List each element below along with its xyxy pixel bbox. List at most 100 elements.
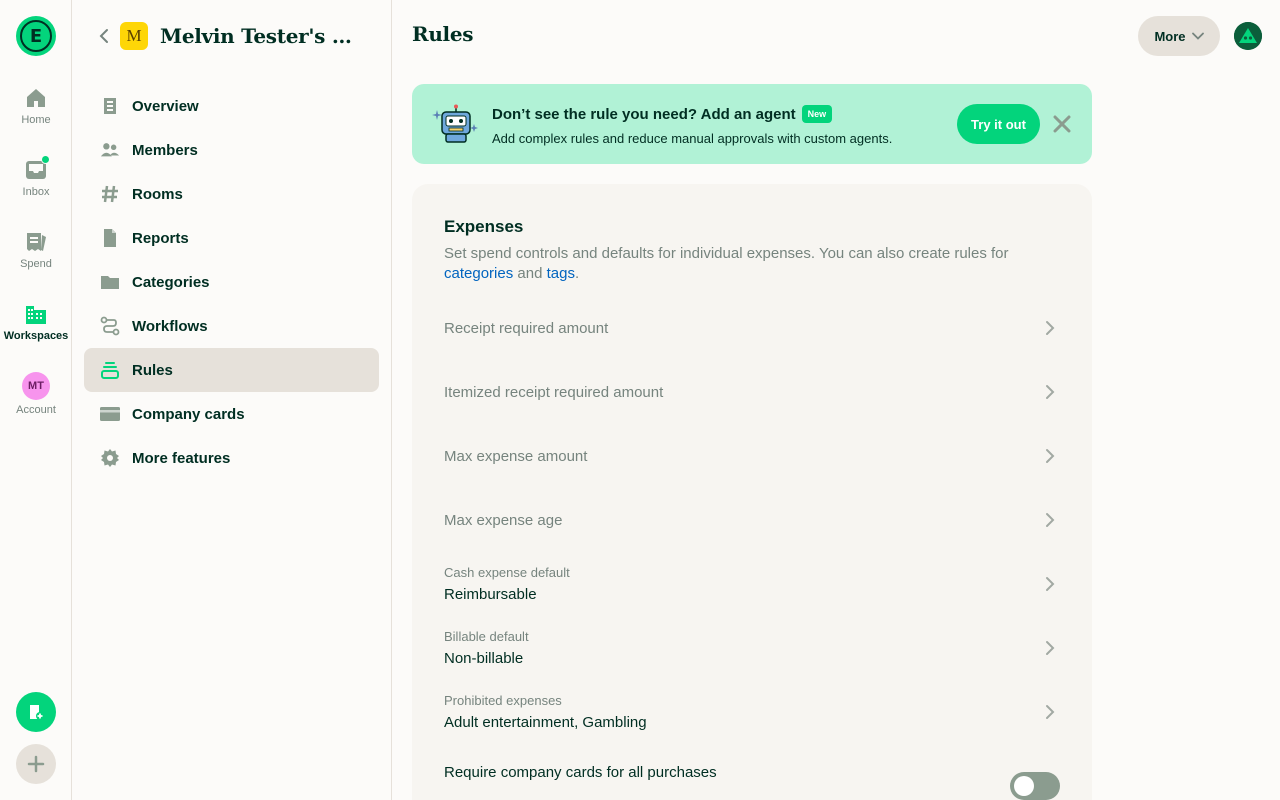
row-prohibited-expenses[interactable]: Prohibited expenses Adult entertainment,… — [444, 684, 1060, 740]
gear-icon — [100, 448, 120, 468]
nav-item-reports[interactable]: Reports — [84, 216, 379, 260]
row-billable-default[interactable]: Billable default Non-billable — [444, 620, 1060, 676]
row-stack: Prohibited expenses Adult entertainment,… — [444, 693, 647, 731]
workspace-name: Melvin Tester's Workspace — [160, 24, 366, 48]
new-badge: New — [801, 105, 833, 123]
hashtag-icon — [100, 184, 120, 204]
banner-subtitle: Add complex rules and reduce manual appr… — [492, 131, 893, 146]
receipt-icon — [24, 230, 48, 254]
row-max-expense-amount[interactable]: Max expense amount — [444, 428, 1060, 484]
chevron-right-icon — [1040, 638, 1060, 658]
row-itemized-receipt-required-amount[interactable]: Itemized receipt required amount — [444, 364, 1060, 420]
avatar-icon — [1234, 22, 1262, 50]
row-label: Receipt required amount — [444, 319, 609, 337]
row-value: Adult entertainment, Gambling — [444, 714, 647, 731]
nav-label: Members — [132, 141, 198, 159]
rules-icon — [100, 360, 120, 380]
inbox-icon — [24, 155, 50, 182]
row-receipt-required-amount[interactable]: Receipt required amount — [444, 300, 1060, 356]
file-icon — [100, 228, 120, 248]
expensify-logo[interactable]: E — [16, 16, 56, 56]
banner-title-text: Don’t see the rule you need? Add an agen… — [492, 105, 796, 123]
nav-label: More features — [132, 449, 231, 467]
rail-item-home[interactable]: Home — [0, 86, 72, 126]
require-company-cards-row: Require company cards for all purchases — [444, 764, 1060, 800]
nav-label: Workflows — [132, 317, 208, 335]
nav-item-more-features[interactable]: More features — [84, 436, 379, 480]
row-label: Itemized receipt required amount — [444, 383, 664, 401]
row-value: Reimbursable — [444, 586, 537, 603]
row-label: Max expense amount — [444, 447, 588, 465]
rail-label-inbox: Inbox — [22, 186, 50, 198]
row-small-label: Cash expense default — [444, 565, 570, 580]
chevron-right-icon — [1040, 318, 1060, 338]
banner-title: Don’t see the rule you need? Add an agen… — [492, 105, 833, 123]
row-small-label: Prohibited expenses — [444, 693, 562, 708]
workflow-icon — [100, 316, 120, 336]
nav-item-rules[interactable]: Rules — [84, 348, 379, 392]
row-stack: Cash expense default Reimbursable — [444, 565, 570, 603]
row-max-expense-age[interactable]: Max expense age — [444, 492, 1060, 548]
add-button[interactable] — [16, 744, 56, 784]
expenses-card: Expenses Set spend controls and defaults… — [412, 184, 1092, 800]
row-cash-expense-default[interactable]: Cash expense default Reimbursable — [444, 556, 1060, 612]
expenses-description: Set spend controls and defaults for indi… — [444, 244, 1044, 284]
rail-label-account: Account — [16, 404, 56, 416]
nav-label: Overview — [132, 97, 199, 115]
nav-item-rooms[interactable]: Rooms — [84, 172, 379, 216]
chevron-right-icon — [1040, 382, 1060, 402]
nav-label: Company cards — [132, 405, 245, 423]
rail-item-inbox[interactable]: Inbox — [0, 155, 72, 198]
user-avatar[interactable] — [1234, 22, 1262, 50]
nav-item-workflows[interactable]: Workflows — [84, 304, 379, 348]
nav-label: Rules — [132, 361, 173, 379]
close-icon — [1053, 115, 1071, 133]
nav-label: Rooms — [132, 185, 183, 203]
chevron-down-icon — [1191, 32, 1204, 40]
robot-icon — [432, 104, 480, 144]
nav-item-categories[interactable]: Categories — [84, 260, 379, 304]
page-title: Rules — [412, 22, 474, 46]
nav-label: Categories — [132, 273, 210, 291]
folder-icon — [100, 272, 120, 292]
new-receipt-icon — [30, 705, 44, 720]
rail-item-spend[interactable]: Spend — [0, 230, 72, 270]
require-company-cards-toggle[interactable] — [1010, 772, 1060, 800]
home-icon — [24, 86, 48, 110]
row-stack: Billable default Non-billable — [444, 629, 529, 667]
plus-icon — [27, 755, 45, 773]
workspace-nav: M Melvin Tester's Workspace Overview Mem… — [72, 0, 392, 800]
try-it-out-button[interactable]: Try it out — [957, 104, 1040, 144]
card-icon — [100, 404, 120, 424]
row-label: Max expense age — [444, 511, 563, 529]
chevron-right-icon — [1040, 446, 1060, 466]
rail-item-workspaces[interactable]: Workspaces — [0, 302, 72, 342]
nav-label: Reports — [132, 229, 189, 247]
unread-dot — [41, 155, 50, 164]
tags-link[interactable]: tags — [547, 265, 575, 282]
nav-item-members[interactable]: Members — [84, 128, 379, 172]
building-icon — [24, 302, 48, 326]
desc-and: and — [513, 265, 547, 282]
more-button[interactable]: More — [1138, 16, 1220, 56]
workspace-header: M Melvin Tester's Workspace — [92, 20, 366, 52]
row-small-label: Billable default — [444, 629, 529, 644]
users-icon — [100, 140, 120, 160]
account-avatar: MT — [22, 372, 50, 400]
desc-text: Set spend controls and defaults for indi… — [444, 245, 1009, 262]
create-expense-button[interactable] — [16, 692, 56, 732]
rail-label-spend: Spend — [20, 258, 52, 270]
rail-item-account[interactable]: MT Account — [0, 372, 72, 416]
expenses-title: Expenses — [444, 217, 524, 236]
close-banner-button[interactable] — [1052, 114, 1072, 134]
chevron-right-icon — [1040, 574, 1060, 594]
back-button[interactable] — [92, 24, 116, 48]
workspace-badge: M — [120, 22, 148, 50]
categories-link[interactable]: categories — [444, 265, 513, 282]
nav-item-overview[interactable]: Overview — [84, 84, 379, 128]
left-rail: E Home Inbox Spend Workspaces MT Account — [0, 0, 72, 800]
chevron-left-icon — [99, 29, 108, 43]
row-value: Non-billable — [444, 650, 524, 667]
logo-letter: E — [20, 20, 52, 52]
nav-item-company-cards[interactable]: Company cards — [84, 392, 379, 436]
